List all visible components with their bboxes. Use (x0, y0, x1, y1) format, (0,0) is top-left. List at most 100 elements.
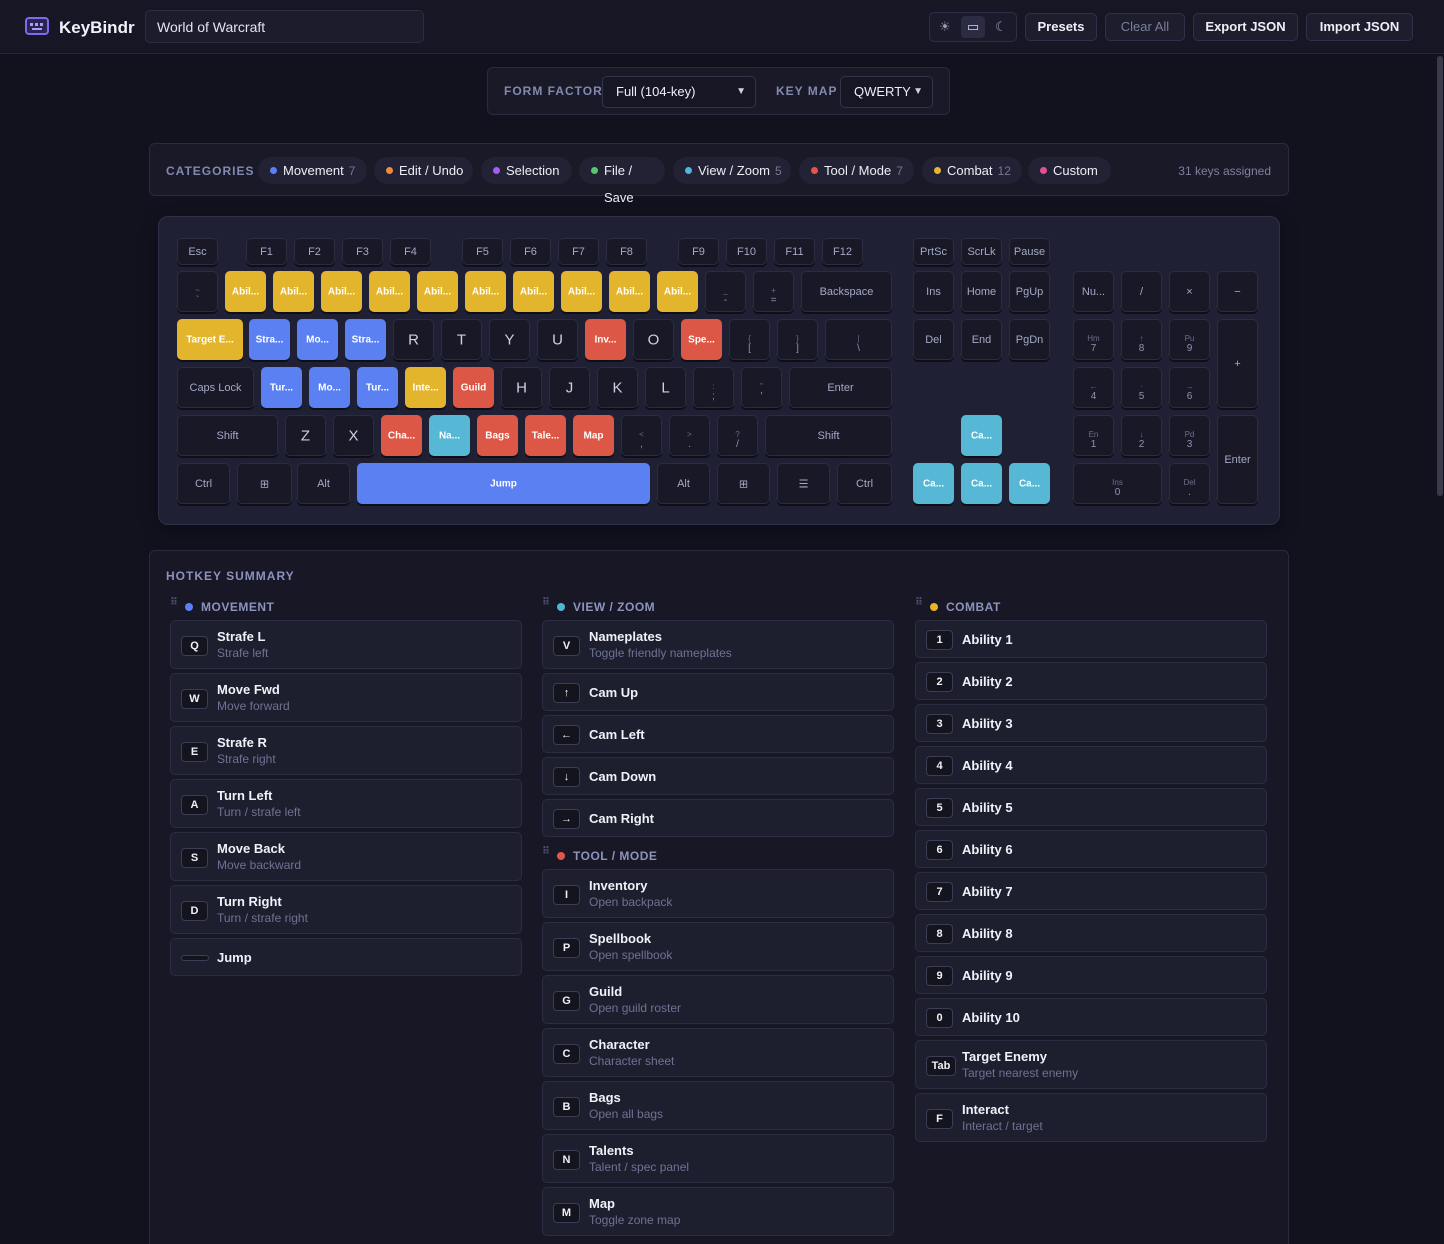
drag-handle-icon[interactable]: ⠿ (915, 598, 923, 612)
key[interactable]: R (393, 319, 434, 360)
hotkey-item[interactable]: S Move Back Move backward (170, 832, 522, 881)
key[interactable]: >. (669, 415, 710, 456)
presets-button[interactable]: Presets (1025, 13, 1097, 41)
hotkey-item[interactable]: ← Cam Left (542, 715, 894, 753)
key[interactable]: Ca... (961, 463, 1002, 504)
key[interactable]: _ - (705, 271, 746, 312)
hotkey-item[interactable]: → Cam Right (542, 799, 894, 837)
hotkey-item[interactable]: Q Strafe L Strafe left (170, 620, 522, 669)
hotkey-item[interactable]: C Character Character sheet (542, 1028, 894, 1077)
key[interactable]: F8 (606, 238, 647, 265)
drag-handle-icon[interactable]: ⠿ (542, 847, 550, 861)
key[interactable]: | \ (825, 319, 892, 360)
key[interactable]: ? / (717, 415, 758, 456)
key[interactable]: × (1169, 271, 1210, 312)
key[interactable]: En 1 (1073, 415, 1114, 456)
hotkey-item[interactable]: ↑ Cam Up (542, 673, 894, 711)
import-json-button[interactable]: Import JSON (1306, 13, 1413, 41)
key[interactable]: Na... (429, 415, 470, 456)
key[interactable]: Inte... (405, 367, 446, 408)
key[interactable]: Abil... (321, 271, 362, 312)
hotkey-item[interactable]: 9 Ability 9 (915, 956, 1267, 994)
key[interactable]: }] (777, 319, 818, 360)
key[interactable]: Abil... (513, 271, 554, 312)
key[interactable]: F5 (462, 238, 503, 265)
key[interactable]: Abil... (417, 271, 458, 312)
hotkey-item[interactable]: M Map Toggle zone map (542, 1187, 894, 1236)
key[interactable]: Map (573, 415, 614, 456)
key[interactable]: <, (621, 415, 662, 456)
key[interactable]: End (961, 319, 1002, 360)
key[interactable]: PgUp (1009, 271, 1050, 312)
key[interactable]: F4 (390, 238, 431, 265)
key[interactable]: T (441, 319, 482, 360)
key[interactable]: F3 (342, 238, 383, 265)
key[interactable]: Abil... (465, 271, 506, 312)
hotkey-item[interactable]: 7 Ability 7 (915, 872, 1267, 910)
key[interactable]: Alt (657, 463, 710, 504)
key[interactable]: + = (753, 271, 794, 312)
key[interactable]: Abil... (369, 271, 410, 312)
key[interactable]: PgDn (1009, 319, 1050, 360)
sun-icon[interactable]: ☀ (933, 16, 957, 38)
key[interactable]: Nu... (1073, 271, 1114, 312)
hotkey-item[interactable]: Jump (170, 938, 522, 976)
key[interactable]: Ca... (961, 415, 1002, 456)
key[interactable]: Z (285, 415, 326, 456)
key[interactable]: Shift (765, 415, 892, 456)
drag-handle-icon[interactable]: ⠿ (542, 598, 550, 612)
key[interactable]: Guild (453, 367, 494, 408)
key[interactable]: Esc (177, 238, 218, 265)
category-pill[interactable]: View / Zoom 5 (673, 157, 791, 184)
key[interactable]: Mo... (309, 367, 350, 408)
export-json-button[interactable]: Export JSON (1193, 13, 1298, 41)
key[interactable]: Mo... (297, 319, 338, 360)
key[interactable]: ↓ 2 (1121, 415, 1162, 456)
key[interactable]: Caps Lock (177, 367, 254, 408)
key[interactable]: Pd 3 (1169, 415, 1210, 456)
key[interactable]: Cha... (381, 415, 422, 456)
key[interactable]: ⊞ (237, 463, 292, 504)
scrollbar[interactable] (1437, 56, 1443, 496)
key[interactable]: ~ ` (177, 271, 218, 312)
category-pill[interactable]: File / Save (579, 157, 665, 205)
key[interactable]: Home (961, 271, 1002, 312)
hotkey-item[interactable]: 8 Ability 8 (915, 914, 1267, 952)
key[interactable]: F12 (822, 238, 863, 265)
hotkey-item[interactable]: Tab Target Enemy Target nearest enemy (915, 1040, 1267, 1089)
category-pill[interactable]: Movement 7 (258, 157, 367, 184)
category-pill[interactable]: Combat 12 (922, 157, 1022, 184)
key[interactable]: F6 (510, 238, 551, 265)
hotkey-item[interactable]: 0 Ability 10 (915, 998, 1267, 1036)
key[interactable]: Shift (177, 415, 278, 456)
key[interactable]: Tur... (357, 367, 398, 408)
hotkey-item[interactable]: I Inventory Open backpack (542, 869, 894, 918)
key[interactable]: · 5 (1121, 367, 1162, 408)
key[interactable]: :; (693, 367, 734, 408)
key[interactable]: Pause (1009, 238, 1050, 265)
key[interactable]: Ins (913, 271, 954, 312)
hotkey-item[interactable]: D Turn Right Turn / strafe right (170, 885, 522, 934)
key[interactable]: F9 (678, 238, 719, 265)
key[interactable]: F7 (558, 238, 599, 265)
key[interactable]: Ins 0 (1073, 463, 1162, 504)
key[interactable]: F1 (246, 238, 287, 265)
key[interactable]: Spe... (681, 319, 722, 360)
key[interactable]: − (1217, 271, 1258, 312)
key[interactable]: ↑ 8 (1121, 319, 1162, 360)
key[interactable]: + (1217, 319, 1258, 408)
category-pill[interactable]: Tool / Mode 7 (799, 157, 914, 184)
hotkey-item[interactable]: F Interact Interact / target (915, 1093, 1267, 1142)
key[interactable]: Abil... (225, 271, 266, 312)
key[interactable]: Bags (477, 415, 518, 456)
key[interactable]: Enter (1217, 415, 1258, 504)
key[interactable]: Abil... (561, 271, 602, 312)
hotkey-item[interactable]: ↓ Cam Down (542, 757, 894, 795)
key[interactable]: Ca... (913, 463, 954, 504)
hotkey-item[interactable]: 6 Ability 6 (915, 830, 1267, 868)
hotkey-item[interactable]: V Nameplates Toggle friendly nameplates (542, 620, 894, 669)
key[interactable]: Abil... (273, 271, 314, 312)
key[interactable]: Abil... (609, 271, 650, 312)
key[interactable]: Ca... (1009, 463, 1050, 504)
key[interactable]: ← 4 (1073, 367, 1114, 408)
